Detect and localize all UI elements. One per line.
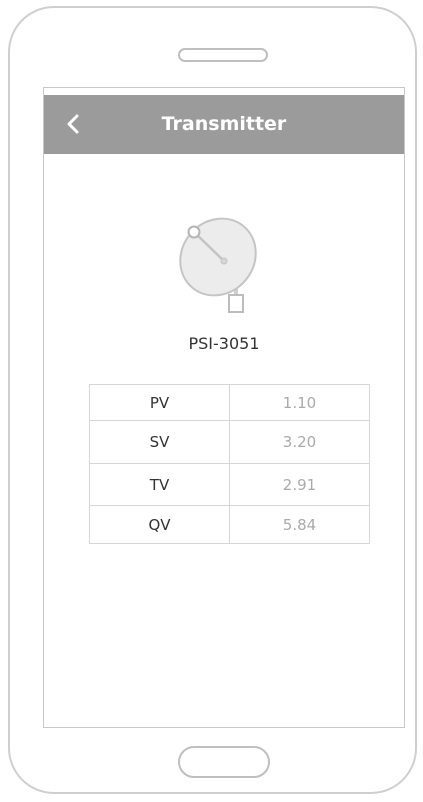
variable-value: 5.84 <box>229 505 370 544</box>
variable-label: QV <box>89 505 230 544</box>
app-screen: Transmitter PSI-3051 PV 1.10 SV 3.20 TV … <box>43 87 405 728</box>
device-name: PSI-3051 <box>188 334 260 353</box>
variable-label: TV <box>89 463 230 506</box>
home-button[interactable] <box>178 746 270 778</box>
variable-value: 3.20 <box>229 420 370 464</box>
table-row: SV 3.20 <box>89 420 370 464</box>
satellite-dish-icon <box>174 213 264 318</box>
variable-label: PV <box>89 384 230 421</box>
back-button[interactable] <box>56 107 90 141</box>
app-bar: Transmitter <box>44 95 404 154</box>
variable-label: SV <box>89 420 230 464</box>
chevron-left-icon <box>67 114 79 134</box>
table-row: PV 1.10 <box>89 384 370 421</box>
variable-value: 1.10 <box>229 384 370 421</box>
table-row: QV 5.84 <box>89 505 370 544</box>
phone-speaker <box>178 48 268 62</box>
page-title: Transmitter <box>161 113 287 135</box>
table-row: TV 2.91 <box>89 463 370 506</box>
variables-table: PV 1.10 SV 3.20 TV 2.91 QV 5.84 <box>89 384 370 544</box>
phone-frame: Transmitter PSI-3051 PV 1.10 SV 3.20 TV … <box>8 6 417 794</box>
variable-value: 2.91 <box>229 463 370 506</box>
